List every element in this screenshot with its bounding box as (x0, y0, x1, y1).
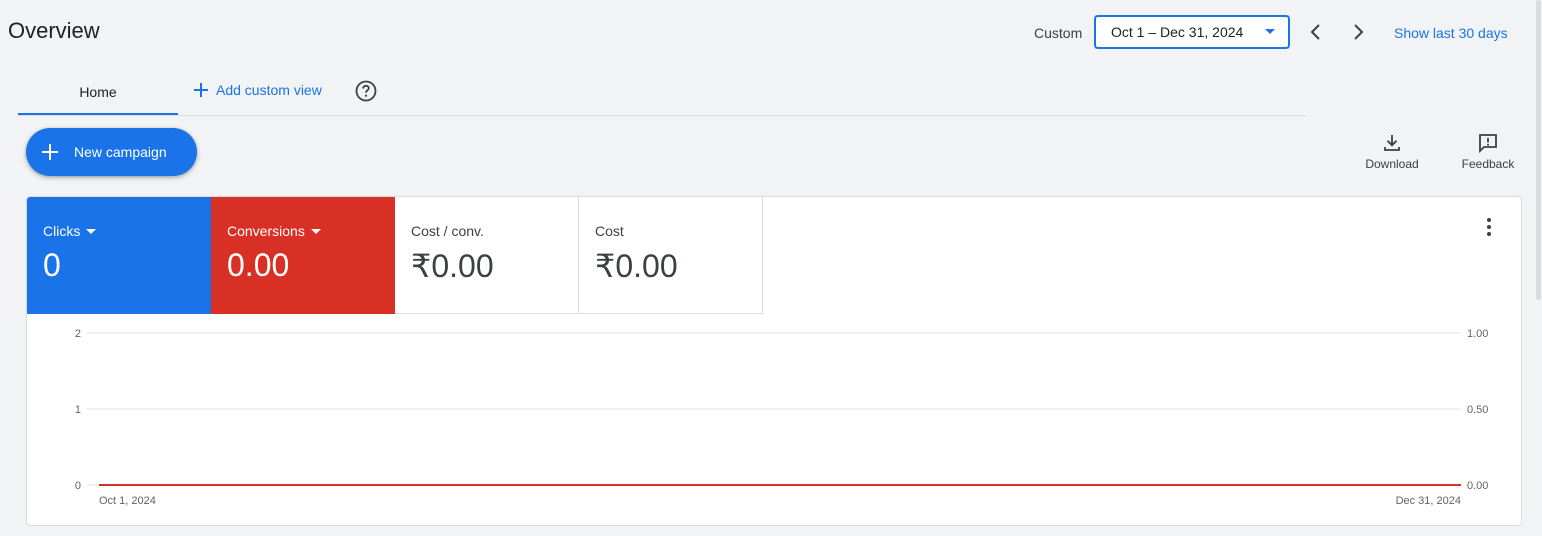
date-range-label: Custom (1034, 25, 1083, 41)
plus-icon (42, 144, 58, 160)
chart-y-left-tick-label: 0 (75, 480, 81, 492)
performance-card: Clicks 0 Conversions 0.00 Cost / conv. ₹… (26, 196, 1522, 526)
metric-conversions[interactable]: Conversions 0.00 (211, 197, 395, 314)
help-button[interactable] (355, 80, 377, 102)
plus-icon (194, 83, 208, 97)
tab-home-label: Home (79, 84, 117, 100)
scrollbar-thumb[interactable] (1536, 0, 1541, 300)
feedback-icon (1479, 134, 1497, 154)
tab-home[interactable]: Home (18, 82, 178, 116)
chart-y-left-tick-label: 2 (75, 328, 81, 340)
download-label: Download (1365, 157, 1419, 171)
new-campaign-label: New campaign (74, 144, 167, 160)
dropdown-arrow-icon (86, 228, 97, 234)
metric-clicks[interactable]: Clicks 0 (27, 197, 211, 314)
date-range-value: Oct 1 – Dec 31, 2024 (1111, 24, 1244, 40)
metric-cost-label: Cost (595, 223, 624, 239)
help-icon (355, 80, 377, 102)
chart-y-right-tick-label: 1.00 (1467, 328, 1488, 340)
chevron-left-icon (1310, 24, 1320, 40)
add-custom-view-button[interactable]: Add custom view (194, 82, 322, 98)
metric-conversions-value: 0.00 (227, 247, 290, 283)
download-button[interactable]: Download (1360, 132, 1424, 171)
new-campaign-button[interactable]: New campaign (26, 128, 197, 176)
chart-x-tick-label: Oct 1, 2024 (99, 495, 156, 507)
metric-cost[interactable]: Cost ₹0.00 (579, 197, 763, 314)
previous-period-button[interactable] (1304, 20, 1328, 44)
chart-y-left-tick-label: 1 (75, 404, 81, 416)
metric-cost-per-conversion-label: Cost / conv. (411, 223, 484, 239)
feedback-label: Feedback (1461, 157, 1515, 171)
date-range-picker[interactable]: Oct 1 – Dec 31, 2024 (1094, 15, 1290, 49)
more-vert-icon (1487, 218, 1491, 236)
chart-y-right-tick-label: 0.50 (1467, 404, 1488, 416)
more-options-button[interactable] (1479, 215, 1499, 239)
show-last-30-days-link[interactable]: Show last 30 days (1394, 25, 1508, 41)
dropdown-arrow-icon (1265, 29, 1275, 34)
page-title: Overview (8, 18, 100, 43)
chart-y-right-tick-label: 0.00 (1467, 480, 1488, 492)
dropdown-arrow-icon (310, 228, 321, 234)
chart-x-tick-label: Dec 31, 2024 (1396, 495, 1461, 507)
metric-conversions-label: Conversions (227, 223, 305, 239)
tabs-divider (18, 115, 1306, 116)
chevron-right-icon (1354, 24, 1364, 40)
performance-chart: 2 1 0 1.00 0.50 0.00 Oct 1, 2024 Dec 31, 2024 (75, 328, 1489, 507)
feedback-button[interactable]: Feedback (1456, 132, 1520, 171)
metric-cost-per-conversion-value: ₹0.00 (411, 248, 494, 284)
metric-clicks-label: Clicks (43, 223, 81, 239)
metric-clicks-value: 0 (43, 247, 61, 283)
metric-cost-value: ₹0.00 (595, 248, 678, 284)
next-period-button[interactable] (1346, 20, 1370, 44)
add-custom-view-label: Add custom view (216, 82, 322, 98)
download-icon (1384, 135, 1400, 151)
metric-cost-per-conversion[interactable]: Cost / conv. ₹0.00 (395, 197, 579, 314)
